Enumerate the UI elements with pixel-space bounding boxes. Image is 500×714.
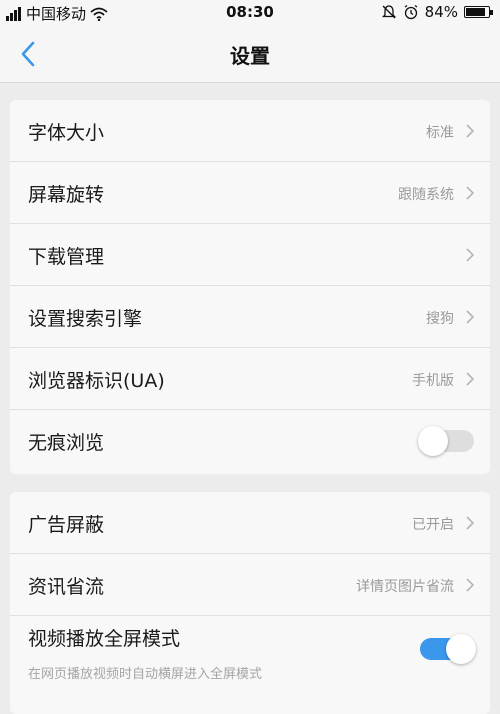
alarm-icon — [404, 4, 418, 20]
row-label: 下载管理 — [28, 246, 105, 268]
row-label: 广告屏蔽 — [28, 514, 105, 536]
row-label: 无痕浏览 — [28, 432, 105, 454]
chevron-right-icon — [466, 124, 475, 138]
incognito-toggle[interactable] — [418, 426, 474, 456]
font-size-row[interactable]: 字体大小 标准 — [10, 100, 490, 162]
chevron-right-icon — [466, 186, 475, 200]
row-value: 手机版 — [412, 373, 454, 389]
chevron-right-icon — [466, 578, 475, 592]
status-right: 84% — [381, 3, 493, 21]
status-bar: 中国移动 08:30 84% — [0, 0, 500, 26]
user-agent-row[interactable]: 浏览器标识(UA) 手机版 — [10, 348, 490, 410]
ad-block-row[interactable]: 广告屏蔽 已开启 — [10, 492, 490, 554]
chevron-right-icon — [466, 516, 475, 530]
mute-bell-icon — [381, 5, 396, 19]
row-label: 屏幕旋转 — [28, 184, 105, 206]
row-value: 标准 — [426, 125, 454, 141]
chevron-right-icon — [466, 372, 475, 386]
download-manager-row[interactable]: 下载管理 — [10, 224, 490, 286]
row-label: 资讯省流 — [28, 576, 105, 598]
chevron-right-icon — [466, 248, 475, 262]
page-title: 设置 — [230, 44, 270, 68]
row-label: 浏览器标识(UA) — [28, 370, 165, 392]
video-fullscreen-toggle[interactable] — [420, 634, 476, 664]
row-value: 详情页图片省流 — [356, 579, 454, 595]
battery-icon — [464, 6, 493, 18]
row-label: 字体大小 — [28, 122, 105, 144]
settings-group-general: 字体大小 标准 屏幕旋转 跟随系统 下载管理 设置搜索引擎 搜狗 浏览器标识(U… — [10, 100, 490, 474]
screen-rotation-row[interactable]: 屏幕旋转 跟随系统 — [10, 162, 490, 224]
incognito-row: 无痕浏览 — [10, 410, 490, 472]
row-value: 搜狗 — [426, 311, 454, 327]
data-saver-row[interactable]: 资讯省流 详情页图片省流 — [10, 554, 490, 616]
row-description: 在网页播放视频时自动横屏进入全屏模式 — [28, 667, 263, 682]
row-label: 视频播放全屏模式 — [28, 628, 181, 650]
row-value: 已开启 — [412, 517, 454, 533]
battery-percent: 84% — [424, 3, 458, 21]
row-label: 设置搜索引擎 — [28, 308, 143, 330]
nav-bar: 设置 — [0, 26, 500, 83]
settings-group-content: 广告屏蔽 已开启 资讯省流 详情页图片省流 视频播放全屏模式 在网页播放视频时自… — [10, 492, 490, 714]
chevron-right-icon — [466, 310, 475, 324]
search-engine-row[interactable]: 设置搜索引擎 搜狗 — [10, 286, 490, 348]
video-fullscreen-row: 视频播放全屏模式 在网页播放视频时自动横屏进入全屏模式 — [10, 616, 490, 698]
row-value: 跟随系统 — [398, 187, 454, 203]
